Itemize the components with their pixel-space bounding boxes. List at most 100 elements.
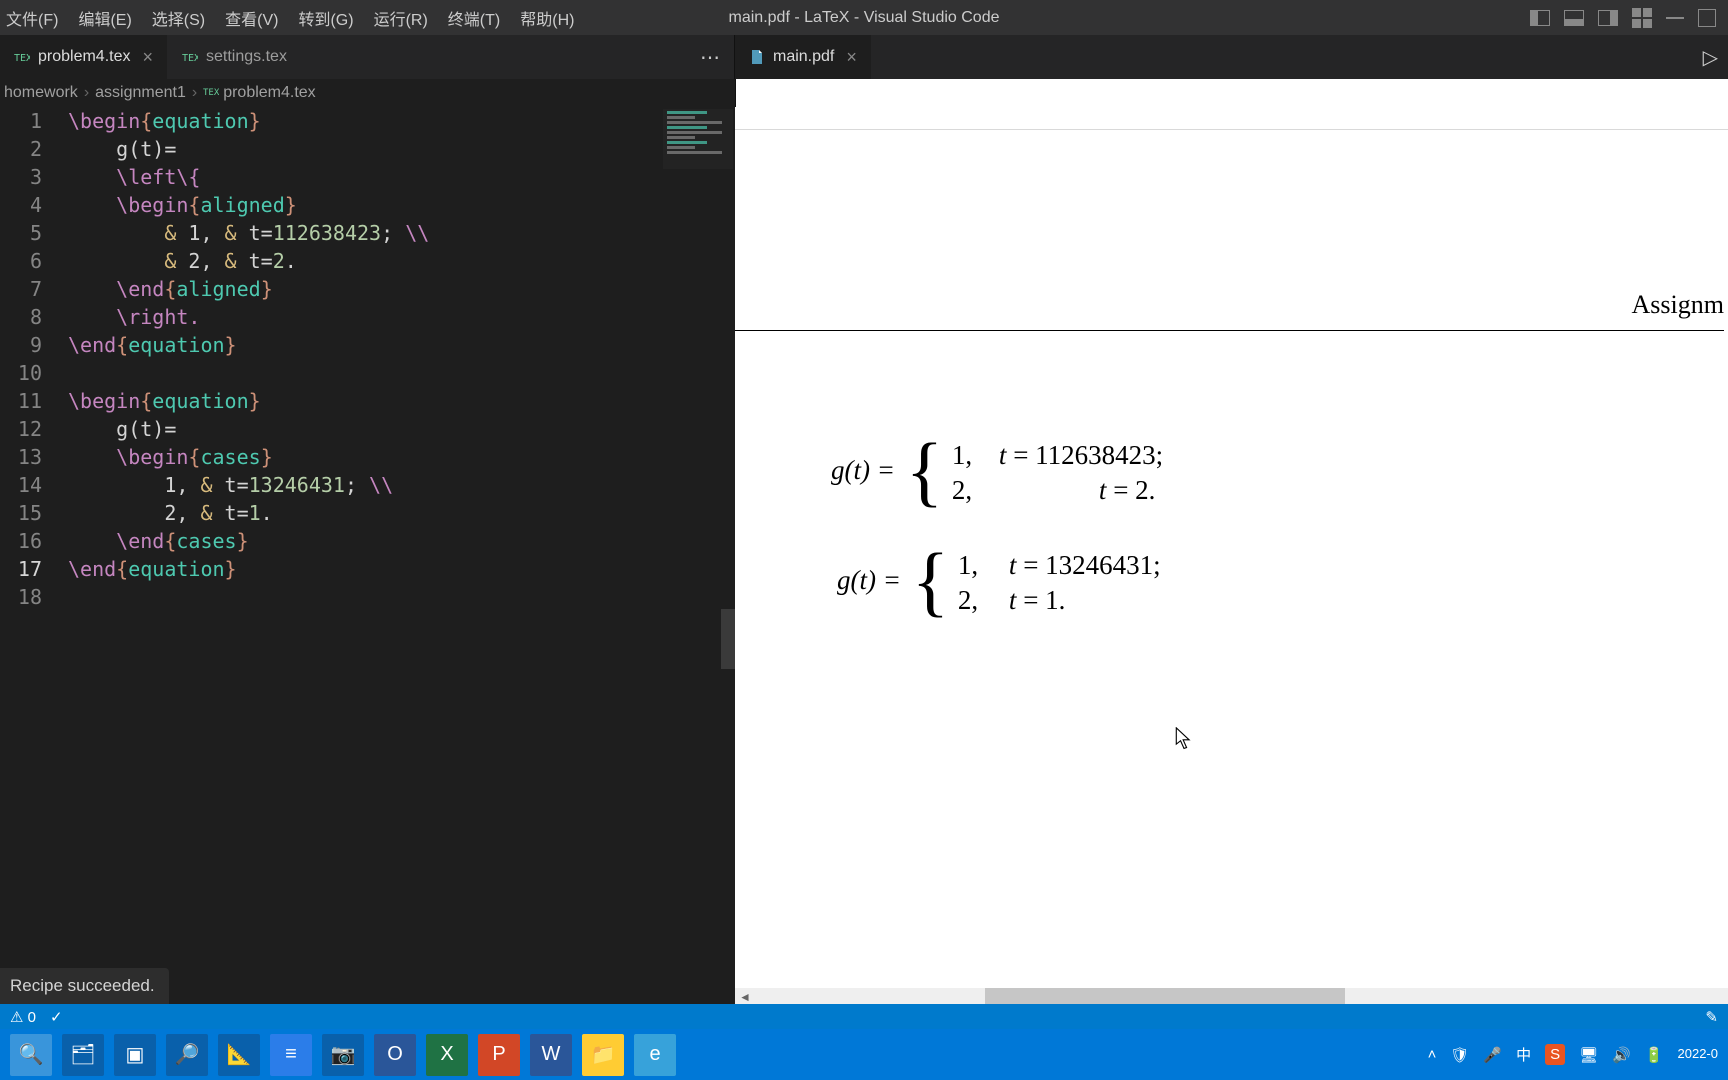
- editor-scrollbar[interactable]: [721, 609, 735, 669]
- tab-close-icon[interactable]: ×: [842, 47, 857, 68]
- tab-bar: TEX problem4.tex × TEXsettings.tex ⋯ main.pd…: [0, 35, 1728, 79]
- minimap[interactable]: [663, 109, 733, 169]
- equation-1: g(t) = { 1, t = 112638423; 2, t = 2.: [831, 408, 1163, 510]
- taskbar-explorer-icon[interactable]: 🗂: [62, 1034, 104, 1076]
- line-number: 12: [0, 415, 42, 443]
- tray-shield-icon[interactable]: 🛡: [1450, 1046, 1469, 1064]
- code-line[interactable]: 2, & t=1.: [68, 499, 735, 527]
- taskbar-terminal-icon[interactable]: ▣: [114, 1034, 156, 1076]
- menu-item[interactable]: 编辑(E): [68, 0, 141, 36]
- tray-battery-icon[interactable]: 🔋: [1645, 1046, 1664, 1064]
- taskbar-excel-icon[interactable]: X: [426, 1034, 468, 1076]
- tab[interactable]: TEX problem4.tex ×: [0, 35, 168, 79]
- breadcrumb-segment[interactable]: assignment1: [95, 84, 186, 102]
- taskbar-magnify-icon[interactable]: 🔎: [166, 1034, 208, 1076]
- line-gutter: 123456789101112131415161718: [0, 107, 56, 611]
- code-line[interactable]: & 1, & t=112638423; \\: [68, 219, 735, 247]
- code-line[interactable]: g(t)=: [68, 415, 735, 443]
- breadcrumb[interactable]: homework›assignment1›TEXproblem4.tex: [0, 79, 735, 107]
- status-latex-icon[interactable]: ✎: [1705, 1008, 1718, 1026]
- pdf-preview-pane[interactable]: Assignm g(t) = { 1, t = 112638423; 2, t …: [735, 107, 1728, 1004]
- line-number: 13: [0, 443, 42, 471]
- line-number: 8: [0, 303, 42, 331]
- line-number: 2: [0, 135, 42, 163]
- menu-item[interactable]: 查看(V): [215, 0, 288, 36]
- tray-chevron-icon[interactable]: ˄: [1428, 1046, 1437, 1063]
- menu-bar: 文件(F)编辑(E)选择(S)查看(V)转到(G)运行(R)终端(T)帮助(H): [0, 0, 584, 36]
- build-status-toast: Recipe succeeded.: [0, 968, 169, 1004]
- tex-icon: TEX: [203, 83, 219, 104]
- layout-left-icon[interactable]: [1530, 10, 1550, 26]
- code-line[interactable]: \begin{equation}: [68, 107, 735, 135]
- taskbar-edge-icon[interactable]: e: [634, 1034, 676, 1076]
- pdf-header-text: Assignm: [735, 290, 1724, 331]
- menu-item[interactable]: 选择(S): [142, 0, 215, 36]
- tray-sogou-icon[interactable]: S: [1545, 1044, 1565, 1065]
- tab-overflow-button[interactable]: ⋯: [686, 45, 734, 70]
- menu-item[interactable]: 帮助(H): [510, 0, 584, 36]
- code-line[interactable]: \end{aligned}: [68, 275, 735, 303]
- layout-right-icon[interactable]: [1598, 10, 1618, 26]
- tex-icon: TEX: [14, 49, 30, 65]
- layout-bottom-icon[interactable]: [1564, 10, 1584, 26]
- breadcrumb-segment[interactable]: homework: [4, 84, 78, 102]
- taskbar-vscode-icon[interactable]: ≡: [270, 1034, 312, 1076]
- taskbar-app-icon[interactable]: 📐: [218, 1034, 260, 1076]
- tab[interactable]: main.pdf ×: [735, 35, 872, 79]
- code-line[interactable]: \end{equation}: [68, 331, 735, 359]
- tray-ime-icon[interactable]: 中: [1516, 1044, 1531, 1065]
- windows-taskbar[interactable]: 🔍 🗂 ▣ 🔎 📐 ≡ 📷 O X P W 📁 e ˄ 🛡 🎤 中 S 🖥 🔊 …: [0, 1029, 1728, 1080]
- editor-pane[interactable]: 123456789101112131415161718 \begin{equat…: [0, 107, 735, 1004]
- line-number: 5: [0, 219, 42, 247]
- layout-grid-icon[interactable]: [1632, 8, 1652, 28]
- taskbar-folder-icon[interactable]: 📁: [582, 1034, 624, 1076]
- breadcrumb-segment[interactable]: problem4.tex: [223, 84, 316, 102]
- line-number: 6: [0, 247, 42, 275]
- taskbar-zoom-icon[interactable]: 📷: [322, 1034, 364, 1076]
- tab-label: main.pdf: [773, 48, 834, 66]
- menu-item[interactable]: 运行(R): [364, 0, 438, 36]
- tab-label: problem4.tex: [38, 48, 131, 66]
- pdf-icon: [749, 49, 765, 65]
- run-icon[interactable]: ▷: [1703, 45, 1718, 70]
- menu-item[interactable]: 转到(G): [288, 0, 363, 36]
- tray-clock[interactable]: 2022-0: [1678, 1047, 1718, 1061]
- taskbar-word-icon[interactable]: W: [530, 1034, 572, 1076]
- status-check-icon[interactable]: ✓: [50, 1008, 63, 1026]
- pdf-horizontal-scrollbar[interactable]: ◄: [735, 988, 1728, 1004]
- status-bar[interactable]: ⚠ 0 ✓ ✎: [0, 1004, 1728, 1029]
- code-line[interactable]: \end{equation}: [68, 555, 735, 583]
- menu-item[interactable]: 终端(T): [438, 0, 510, 36]
- line-number: 4: [0, 191, 42, 219]
- window-controls: [1530, 0, 1728, 35]
- minimize-button[interactable]: [1666, 17, 1684, 19]
- tray-mic-icon[interactable]: 🎤: [1483, 1046, 1502, 1064]
- code-line[interactable]: [68, 359, 735, 387]
- svg-text:TEX: TEX: [182, 53, 198, 64]
- status-warnings[interactable]: ⚠ 0: [10, 1008, 36, 1026]
- code-line[interactable]: \begin{aligned}: [68, 191, 735, 219]
- maximize-button[interactable]: [1698, 9, 1716, 27]
- menu-item[interactable]: 文件(F): [4, 0, 68, 36]
- code-line[interactable]: & 2, & t=2.: [68, 247, 735, 275]
- line-number: 1: [0, 107, 42, 135]
- code-line[interactable]: \right.: [68, 303, 735, 331]
- code-line[interactable]: 1, & t=13246431; \\: [68, 471, 735, 499]
- taskbar-outlook-icon[interactable]: O: [374, 1034, 416, 1076]
- code-area[interactable]: \begin{equation} g(t)= \left\{ \begin{al…: [68, 107, 735, 611]
- tray-network-icon[interactable]: 🖥: [1579, 1046, 1598, 1064]
- code-line[interactable]: \left\{: [68, 163, 735, 191]
- taskbar-powerpoint-icon[interactable]: P: [478, 1034, 520, 1076]
- code-line[interactable]: \end{cases}: [68, 527, 735, 555]
- code-line[interactable]: \begin{cases}: [68, 443, 735, 471]
- taskbar-search-icon[interactable]: 🔍: [10, 1034, 52, 1076]
- code-line[interactable]: \begin{equation}: [68, 387, 735, 415]
- tray-volume-icon[interactable]: 🔊: [1612, 1046, 1631, 1064]
- tab[interactable]: TEXsettings.tex: [168, 35, 302, 79]
- line-number: 18: [0, 583, 42, 611]
- code-line[interactable]: g(t)=: [68, 135, 735, 163]
- window-title: main.pdf - LaTeX - Visual Studio Code: [729, 9, 1000, 27]
- tab-close-icon[interactable]: ×: [139, 47, 154, 68]
- code-line[interactable]: [68, 583, 735, 611]
- line-number: 10: [0, 359, 42, 387]
